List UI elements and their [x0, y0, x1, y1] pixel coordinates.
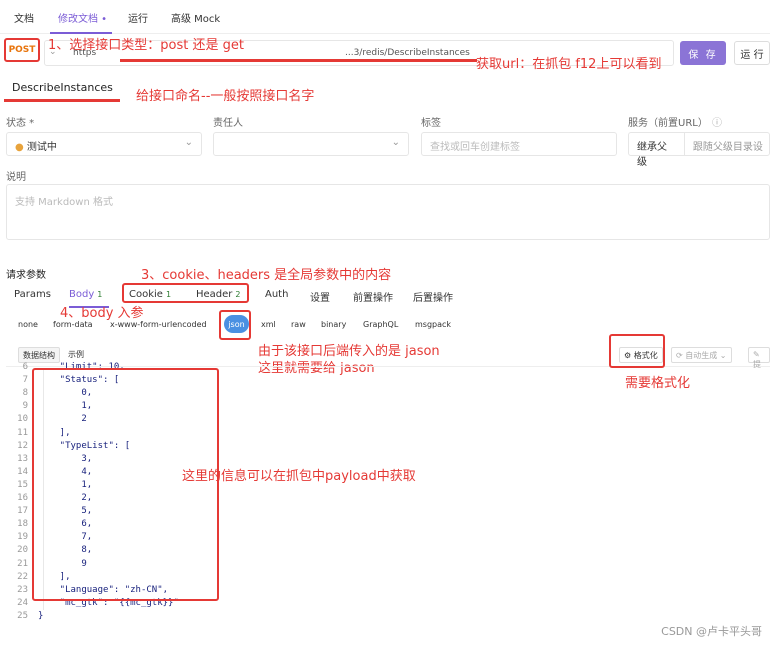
- annotation-cookie-headers: 3、cookie、headers 是全局参数中的内容: [141, 268, 392, 283]
- annotation-name-underline: [4, 99, 120, 102]
- desc-textarea[interactable]: 支持 Markdown 格式: [6, 184, 770, 240]
- tab-advanced-mock[interactable]: 高级 Mock: [171, 10, 220, 25]
- line-number: 10: [17, 414, 28, 425]
- annotation-name: 给接口命名--一般按照接口名字: [136, 89, 315, 104]
- line-number: 14: [17, 466, 28, 477]
- autogen-label: 自动生成: [685, 351, 718, 360]
- annotation-payload: 这里的信息可以在抓包中payload中获取: [182, 469, 416, 484]
- interface-name-field[interactable]: DescribeInstances: [12, 81, 113, 94]
- cookie-count: 1: [165, 290, 172, 299]
- annotation-format: 需要格式化: [625, 376, 691, 391]
- tab-settings[interactable]: 设置: [310, 289, 330, 304]
- body-type-raw[interactable]: raw: [291, 320, 306, 329]
- line-number: 11: [17, 427, 28, 438]
- tab-post-ops[interactable]: 后置操作: [413, 289, 453, 304]
- line-number: 22: [17, 571, 28, 582]
- status-value: 测试中: [26, 142, 57, 153]
- tab-body[interactable]: Body 1: [69, 289, 102, 300]
- tab-cookie[interactable]: Cookie 1: [129, 289, 171, 300]
- tags-input[interactable]: 查找或回车创建标签: [421, 132, 617, 156]
- method-select[interactable]: POST: [4, 38, 40, 62]
- line-number: 19: [17, 532, 28, 543]
- line-number: 7: [22, 375, 28, 386]
- chevron-down-icon: ⌄: [391, 137, 400, 148]
- body-count: 1: [97, 290, 103, 299]
- line-number: 15: [17, 479, 28, 490]
- tab-edit-doc[interactable]: 修改文档 •: [58, 10, 107, 25]
- annotation-rect-payload: [32, 368, 219, 601]
- tags-label: 标签: [421, 118, 441, 129]
- tab-cookie-label: Cookie: [129, 289, 163, 300]
- status-select[interactable]: ● 测试中 ⌄: [6, 132, 202, 156]
- tab-params[interactable]: Params: [14, 289, 51, 300]
- body-type-binary[interactable]: binary: [321, 320, 346, 329]
- line-number: 18: [17, 519, 28, 530]
- run-button[interactable]: 运 行: [734, 41, 770, 65]
- line-number: 17: [17, 506, 28, 517]
- line-number: 16: [17, 493, 28, 503]
- refresh-icon: ⟳: [676, 351, 683, 360]
- annotation-url-underline: [120, 59, 477, 62]
- url-path: ...3/redis/DescribeInstances: [345, 48, 470, 58]
- help-icon[interactable]: ⓘ: [712, 114, 722, 129]
- body-type-json[interactable]: json: [224, 315, 249, 333]
- line-number: 21: [17, 558, 28, 569]
- owner-select[interactable]: ⌄: [213, 132, 409, 156]
- tab-auth[interactable]: Auth: [265, 289, 288, 300]
- line-number: 25: [17, 610, 28, 621]
- line-number: 9: [22, 401, 28, 412]
- status-label: 状态 *: [6, 118, 35, 129]
- service-label: 服务（前置URL）: [628, 118, 708, 129]
- body-type-xml[interactable]: xml: [261, 320, 276, 329]
- body-type-urlencoded[interactable]: x-www-form-urlencoded: [110, 320, 207, 329]
- code-line: }: [38, 610, 44, 621]
- annotation-url: 获取url：在抓包 f12上可以看到: [476, 57, 662, 72]
- desc-label: 说明: [6, 172, 26, 183]
- annotation-method: 1、选择接口类型：post 还是 get: [48, 38, 244, 53]
- watermark: CSDN @卢卡平头哥: [661, 625, 762, 638]
- line-number: 6: [22, 362, 28, 372]
- params-title: 请求参数: [6, 270, 46, 281]
- format-button[interactable]: ⚙ 格式化: [619, 347, 663, 363]
- tab-header-label: Header: [196, 289, 233, 300]
- format-label: 格式化: [633, 351, 658, 360]
- format-icon: ⚙: [624, 351, 632, 360]
- owner-label: 责任人: [213, 118, 243, 129]
- tab-pre-ops[interactable]: 前置操作: [353, 289, 393, 304]
- line-number: 8: [22, 388, 28, 399]
- status-dot-icon: ●: [15, 142, 24, 153]
- example-tab[interactable]: 示例: [64, 347, 88, 363]
- chevron-down-icon: ⌄: [719, 351, 727, 360]
- autogen-button[interactable]: ⟳ 自动生成 ⌄: [671, 347, 732, 363]
- schema-tab[interactable]: 数据结构: [18, 347, 60, 363]
- top-tab-bar: 文档 修改文档 • 运行 高级 Mock: [0, 0, 770, 34]
- line-number: 23: [17, 584, 28, 595]
- body-type-graphql[interactable]: GraphQL: [363, 320, 398, 329]
- header-count: 2: [235, 290, 241, 299]
- service-select[interactable]: 继承父级 跟随父级目录设: [628, 132, 770, 168]
- line-number: 20: [17, 545, 28, 556]
- annotation-body: 4、body 入参: [60, 306, 144, 321]
- tab-docs[interactable]: 文档: [14, 10, 34, 25]
- service-hint: 跟随父级目录设: [692, 142, 763, 153]
- extra-label: 提: [753, 360, 761, 369]
- body-type-none[interactable]: none: [18, 320, 38, 329]
- wand-icon: ✎: [753, 350, 760, 359]
- tab-run[interactable]: 运行: [128, 10, 148, 25]
- tab-header[interactable]: Header 2: [196, 289, 241, 300]
- service-value: 继承父级: [629, 133, 685, 168]
- save-button[interactable]: 保 存: [680, 41, 726, 65]
- line-number: 13: [17, 453, 28, 464]
- body-type-form-data[interactable]: form-data: [53, 320, 93, 329]
- line-number: 12: [17, 440, 28, 451]
- tab-body-label: Body: [69, 289, 95, 300]
- line-number: 24: [17, 597, 28, 608]
- body-type-msgpack[interactable]: msgpack: [415, 320, 451, 329]
- chevron-down-icon: ⌄: [184, 137, 193, 148]
- extra-button[interactable]: ✎ 提: [748, 347, 770, 369]
